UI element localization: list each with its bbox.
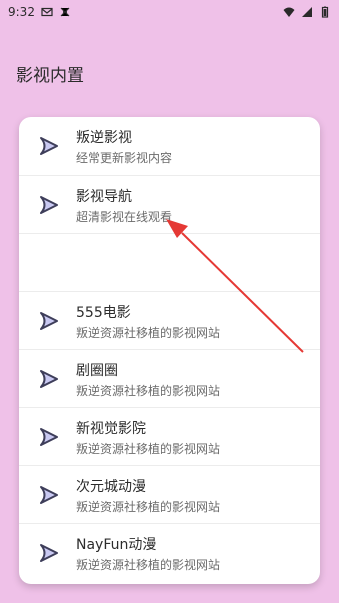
list-item[interactable]: 新视觉影院 叛逆资源社移植的影视网站 xyxy=(19,407,320,465)
source-list-card: 叛逆影视 经常更新影视内容 影视导航 超清影视在线观看 555电影 叛逆资源社移… xyxy=(19,117,320,584)
list-item[interactable]: 剧圈圈 叛逆资源社移植的影视网站 xyxy=(19,349,320,407)
play-arrow-icon xyxy=(40,544,58,562)
list-item[interactable]: 影视导航 超清影视在线观看 xyxy=(19,175,320,233)
signal-icon xyxy=(302,7,312,17)
drone-icon xyxy=(60,7,70,17)
list-item-title: 新视觉影院 xyxy=(76,421,146,437)
status-bar: 9:32 xyxy=(0,0,339,24)
play-arrow-icon xyxy=(40,196,58,214)
list-item-title: NayFun动漫 xyxy=(76,537,157,553)
list-item-title: 次元城动漫 xyxy=(76,479,146,495)
list-item-subtitle: 叛逆资源社移植的影视网站 xyxy=(76,326,221,340)
list-item[interactable]: NayFun动漫 叛逆资源社移植的影视网站 xyxy=(19,523,320,581)
status-left: 9:32 xyxy=(8,5,71,19)
clock: 9:32 xyxy=(8,5,35,19)
wifi-icon xyxy=(283,7,295,17)
list-item-subtitle: 超清影视在线观看 xyxy=(76,210,173,224)
play-arrow-icon xyxy=(40,486,58,504)
list-item-subtitle: 叛逆资源社移植的影视网站 xyxy=(76,558,221,572)
list-item-subtitle: 叛逆资源社移植的影视网站 xyxy=(76,442,221,456)
play-arrow-icon xyxy=(40,370,58,388)
play-arrow-icon xyxy=(40,137,58,155)
battery-icon xyxy=(321,6,329,18)
mail-icon xyxy=(41,7,53,17)
list-item-title: 剧圈圈 xyxy=(76,363,118,379)
list-item[interactable]: 叛逆影视 经常更新影视内容 xyxy=(19,117,320,175)
play-arrow-icon xyxy=(40,312,58,330)
list-item-title: 叛逆影视 xyxy=(76,130,132,146)
empty-list-item[interactable] xyxy=(19,233,320,291)
list-item[interactable]: 次元城动漫 叛逆资源社移植的影视网站 xyxy=(19,465,320,523)
list-item-title: 555电影 xyxy=(76,305,131,321)
list-item[interactable]: 555电影 叛逆资源社移植的影视网站 xyxy=(19,291,320,349)
list-item-title: 影视导航 xyxy=(76,189,132,205)
list-item-subtitle: 叛逆资源社移植的影视网站 xyxy=(76,500,221,514)
list-item-subtitle: 叛逆资源社移植的影视网站 xyxy=(76,384,221,398)
list-item-subtitle: 经常更新影视内容 xyxy=(76,151,173,165)
page-title: 影视内置 xyxy=(16,66,84,86)
play-arrow-icon xyxy=(40,428,58,446)
status-right xyxy=(283,6,331,18)
